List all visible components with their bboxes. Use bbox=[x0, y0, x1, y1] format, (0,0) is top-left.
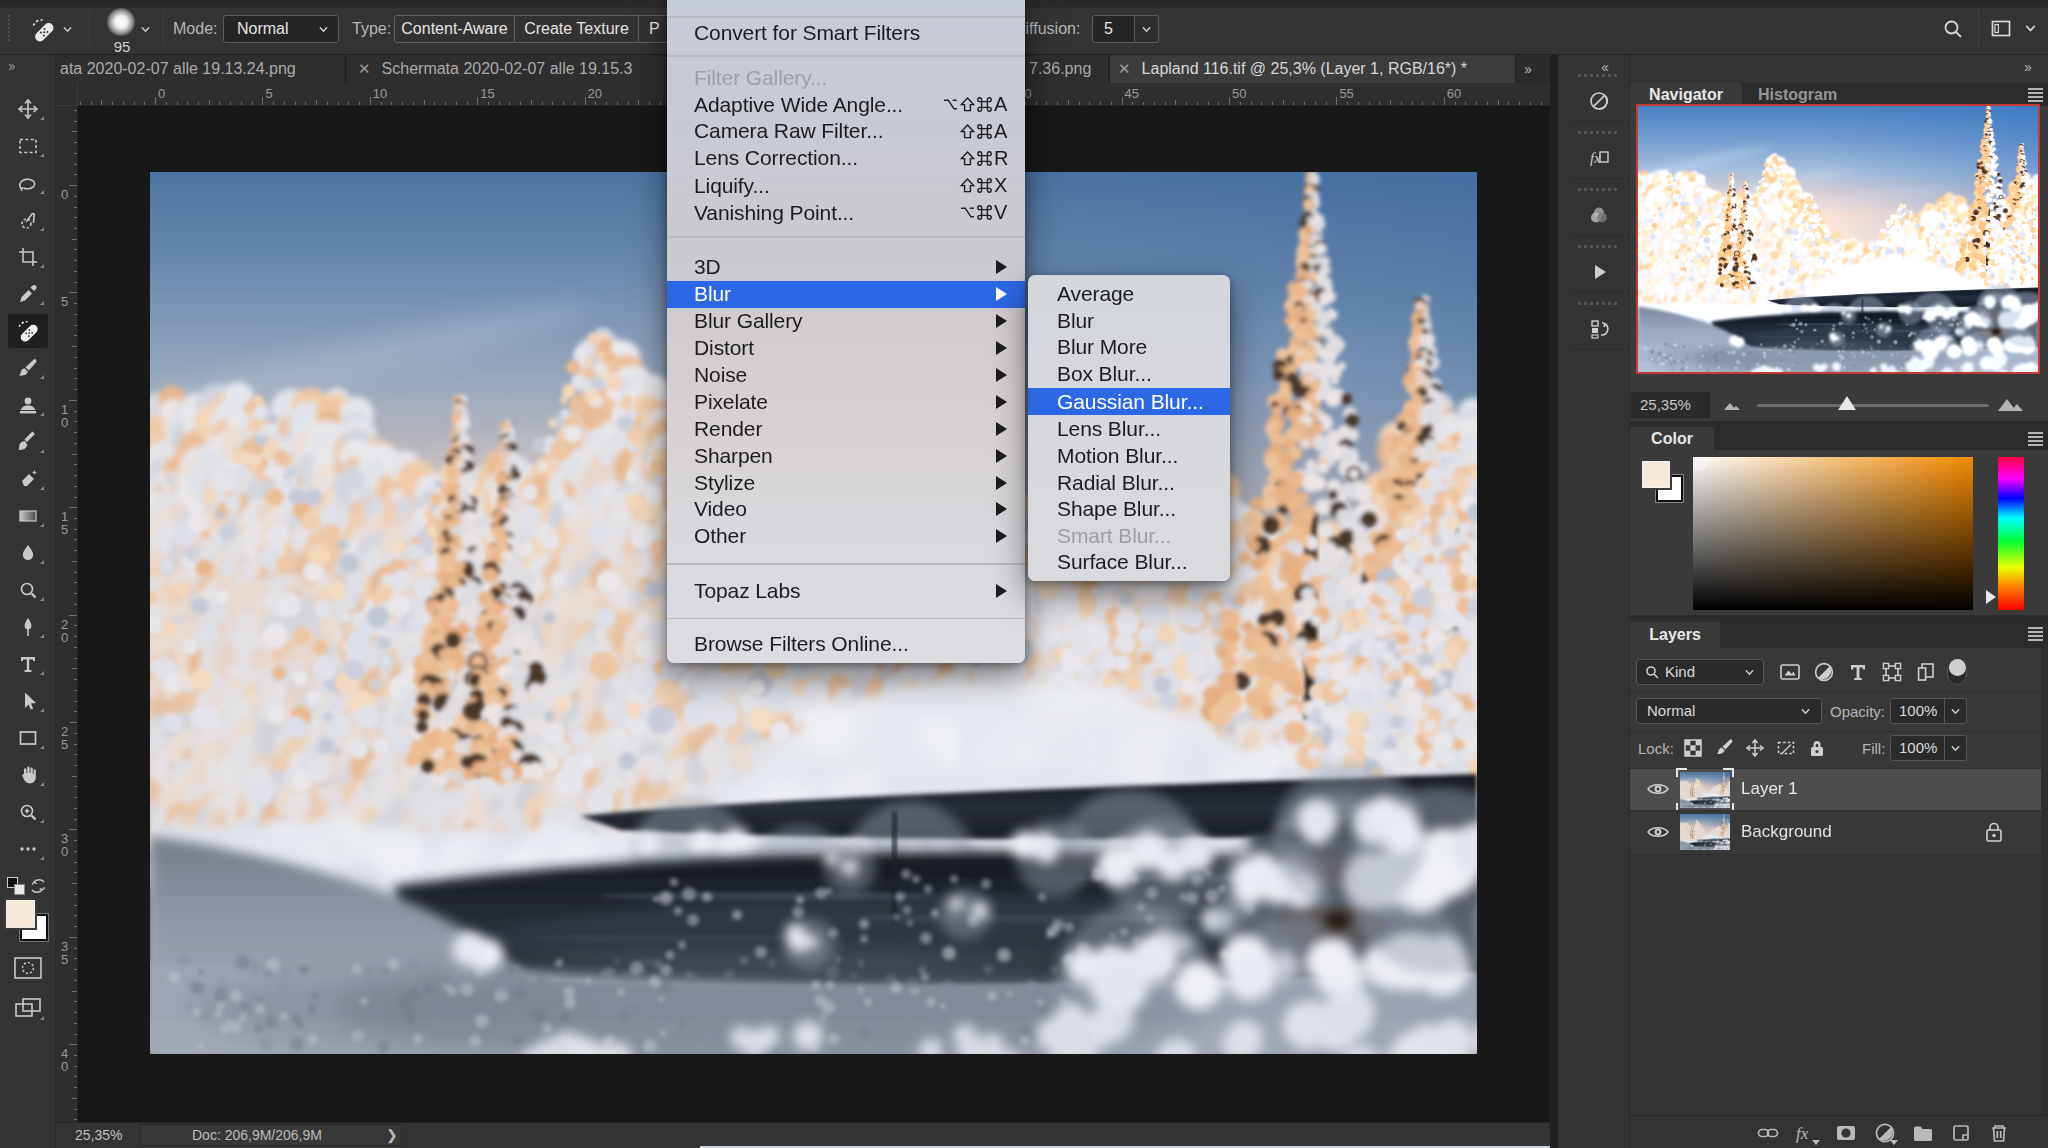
svg-text:fx: fx bbox=[1796, 1124, 1809, 1143]
